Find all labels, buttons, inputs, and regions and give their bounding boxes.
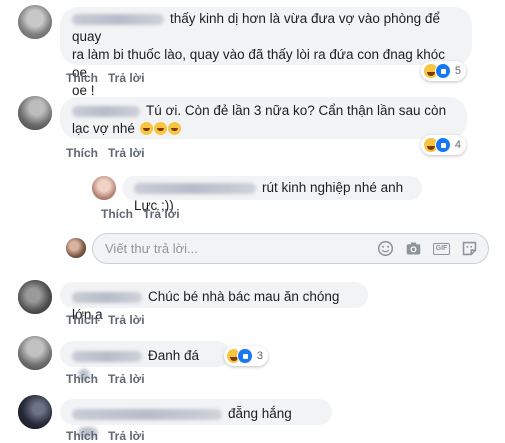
reply-link[interactable]: Trả lời xyxy=(108,313,145,327)
comment-bubble: Chúc bé nhà bác mau ăn chóng lớn ạ xyxy=(60,282,368,322)
rofl-emoji-icon xyxy=(153,122,167,135)
comment-text: Đanh đá xyxy=(148,348,200,363)
commenter-name-blurred[interactable] xyxy=(72,408,222,420)
avatar[interactable] xyxy=(18,5,52,39)
like-link[interactable]: Thích xyxy=(66,372,98,386)
rofl-emoji-icon xyxy=(139,122,153,135)
comment-actions: Thích Trả lời xyxy=(66,372,155,386)
comment-text: đẵng hắng xyxy=(228,406,292,421)
comment-actions: Thích Trả lời xyxy=(66,313,155,327)
comment-bubble: đẵng hắng xyxy=(60,399,332,438)
reply-link[interactable]: Trả lời xyxy=(108,429,145,443)
commenter-name-blurred[interactable] xyxy=(72,350,142,362)
current-user-avatar xyxy=(66,238,86,258)
commenter-name-blurred[interactable] xyxy=(72,291,142,303)
like-icon xyxy=(237,348,253,364)
avatar[interactable] xyxy=(18,336,52,370)
comment-actions: Thích Trả lời xyxy=(66,71,155,85)
commenter-name-blurred[interactable] xyxy=(134,182,256,194)
reaction-count: 3 xyxy=(256,350,263,362)
avatar[interactable] xyxy=(18,280,52,314)
smiley-icon[interactable] xyxy=(377,240,394,257)
like-link[interactable]: Thích xyxy=(66,146,98,160)
like-link[interactable]: Thích xyxy=(101,207,133,221)
like-link[interactable]: Thích xyxy=(66,71,98,85)
comment-text: lạc vợ nhé xyxy=(72,121,135,136)
comment-actions: Thích Trả lời xyxy=(66,146,155,160)
like-icon xyxy=(434,63,451,79)
reply-link[interactable]: Trả lời xyxy=(143,207,180,221)
comment-actions: Thích Trả lời xyxy=(66,429,155,443)
reaction-summary[interactable]: 4 xyxy=(421,135,466,155)
avatar[interactable] xyxy=(18,395,52,429)
reply-link[interactable]: Trả lời xyxy=(108,146,145,160)
reaction-count: 4 xyxy=(454,139,461,151)
like-icon xyxy=(434,137,451,153)
comment-actions: Thích Trả lời xyxy=(101,207,190,221)
like-link[interactable]: Thích xyxy=(66,313,98,327)
avatar[interactable] xyxy=(18,96,52,130)
avatar[interactable] xyxy=(92,176,116,200)
commenter-name-blurred[interactable] xyxy=(72,105,140,117)
gif-icon[interactable]: GIF xyxy=(432,240,451,257)
comment-text: Tú ơi. Còn đẻ lần 3 nữa ko? Cẩn thận lần… xyxy=(146,103,447,118)
reply-link[interactable]: Trả lời xyxy=(108,372,145,386)
sticker-icon[interactable] xyxy=(461,240,478,257)
camera-icon[interactable] xyxy=(405,240,422,257)
commenter-name-blurred[interactable] xyxy=(72,13,164,25)
comment-bubble: Đanh đá xyxy=(60,341,230,380)
comment-bubble: thấy kinh dị hơn là vừa đưa vợ vào phòng… xyxy=(60,7,472,98)
reaction-summary[interactable]: 5 xyxy=(421,61,466,81)
comment-bubble: rút kinh nghiệp nhé anh Lực ;)) xyxy=(122,176,422,213)
reply-placeholder: Viết thư trả lời... xyxy=(105,241,198,256)
reply-input[interactable]: Viết thư trả lời... GIF xyxy=(92,233,489,264)
reaction-summary[interactable]: 3 xyxy=(224,346,268,366)
comment-text: oe ! xyxy=(72,83,95,98)
like-link[interactable]: Thích xyxy=(66,429,98,443)
comment-bubble: Tú ơi. Còn đẻ lần 3 nữa ko? Cẩn thận lần… xyxy=(60,97,467,139)
reaction-count: 5 xyxy=(454,65,461,77)
rofl-emoji-icon xyxy=(167,122,181,135)
reply-link[interactable]: Trả lời xyxy=(108,71,145,85)
